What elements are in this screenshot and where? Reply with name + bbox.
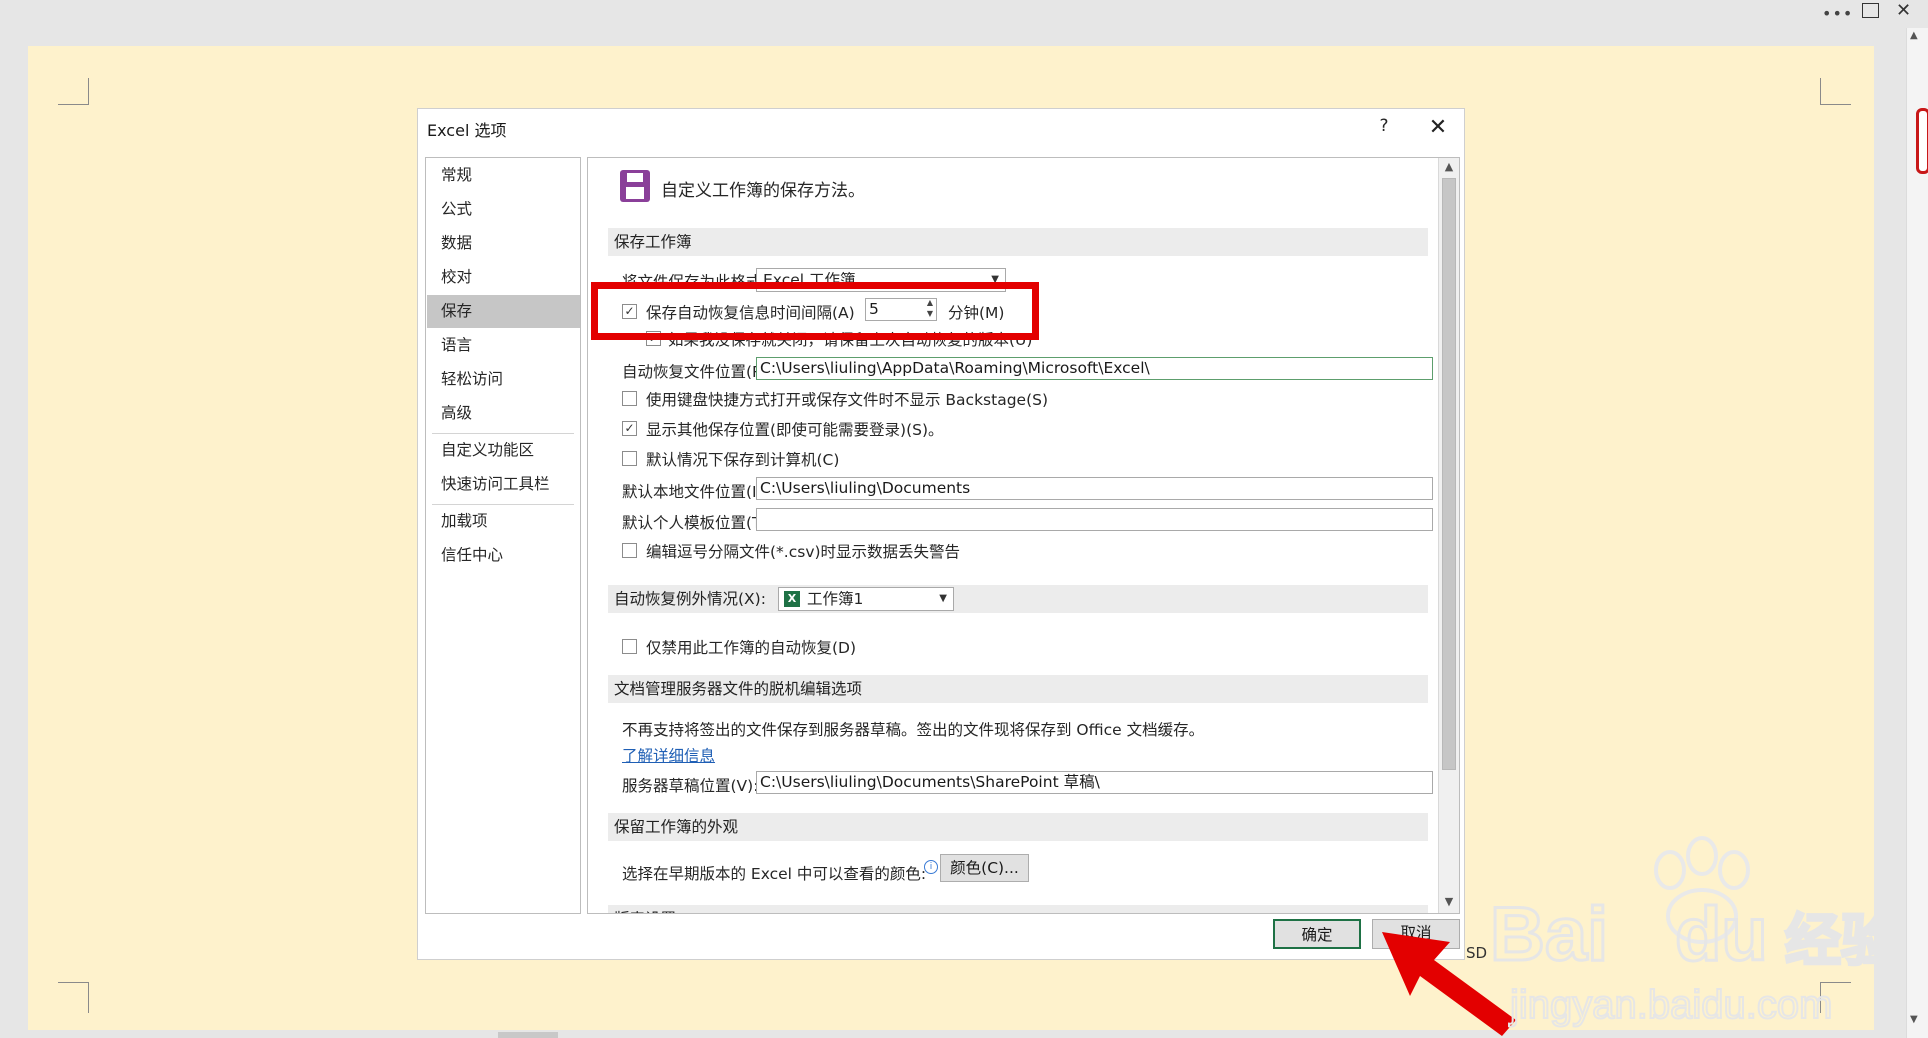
exceptions-workbook-value: 工作簿1: [807, 590, 864, 608]
sidebar-item-quick-access-toolbar[interactable]: 快速访问工具栏: [427, 468, 580, 501]
svg-text:Bai: Bai: [1490, 892, 1608, 977]
crop-mark: [58, 982, 89, 1013]
autorecover-location-input[interactable]: C:\Users\liuling\AppData\Roaming\Microso…: [756, 357, 1433, 380]
info-icon: i: [924, 860, 938, 874]
sidebar-item-general[interactable]: 常规: [427, 159, 580, 192]
autorecover-location-label: 自动恢复文件位置(R):: [622, 363, 775, 381]
help-button[interactable]: ?: [1372, 116, 1396, 140]
baidu-watermark-logo: Bai du 经验 jingyan.baidu.com: [1489, 836, 1899, 1028]
sidebar-item-proofing[interactable]: 校对: [427, 261, 580, 294]
content-scroll-thumb[interactable]: [1442, 178, 1456, 770]
window-more-button[interactable]: •••: [1822, 4, 1853, 23]
section-workbook-appearance: 保留工作簿的外观: [608, 813, 1428, 841]
sidebar-item-accessibility[interactable]: 轻松访问: [427, 363, 580, 396]
sidebar-item-save[interactable]: 保存: [427, 295, 580, 328]
close-icon[interactable]: ✕: [1896, 0, 1911, 21]
drafts-location-input[interactable]: C:\Users\liuling\Documents\SharePoint 草稿…: [756, 771, 1433, 794]
save-to-computer-label: 默认情况下保存到计算机(C): [646, 451, 840, 469]
sidebar-item-language[interactable]: 语言: [427, 329, 580, 362]
chevron-down-icon: ▼: [939, 593, 947, 604]
csv-warning-checkbox[interactable]: [622, 543, 637, 558]
no-backstage-checkbox[interactable]: [622, 391, 637, 406]
scroll-down-icon[interactable]: ▼: [1442, 895, 1456, 909]
document-scroll-thumb[interactable]: [1916, 108, 1928, 174]
exceptions-workbook-select[interactable]: X 工作簿1 ▼: [778, 587, 954, 611]
section-autorecover-exceptions: 自动恢复例外情况(X):: [608, 585, 1428, 613]
horizontal-scroll-thumb[interactable]: [498, 1032, 558, 1038]
save-disk-icon: [620, 170, 650, 202]
content-heading: 自定义工作簿的保存方法。: [661, 181, 865, 201]
ok-button[interactable]: 确定: [1273, 919, 1361, 949]
exceptions-label: 自动恢复例外情况(X):: [614, 590, 766, 608]
offline-note: 不再支持将签出的文件保存到服务器草稿。签出的文件现将保存到 Office 文档缓…: [622, 721, 1205, 739]
scroll-up-icon[interactable]: ▲: [1910, 30, 1918, 41]
dialog-title: Excel 选项: [427, 121, 507, 140]
save-to-computer-checkbox[interactable]: [622, 451, 637, 466]
window-icon[interactable]: [1862, 3, 1879, 18]
no-backstage-label: 使用键盘快捷方式打开或保存文件时不显示 Backstage(S): [646, 391, 1049, 409]
default-local-location-label: 默认本地文件位置(I):: [622, 483, 768, 501]
colors-label: 选择在早期版本的 Excel 中可以查看的颜色:: [622, 865, 927, 883]
csv-warning-label: 编辑逗号分隔文件(*.csv)时显示数据丢失警告: [646, 543, 961, 561]
sidebar-item-data[interactable]: 数据: [427, 227, 580, 260]
sidebar-item-add-ins[interactable]: 加载项: [427, 505, 580, 538]
svg-text:du: du: [1675, 892, 1768, 977]
excel-icon: X: [784, 591, 800, 607]
section-save-workbook: 保存工作簿: [608, 228, 1428, 256]
sidebar-item-formulas[interactable]: 公式: [427, 193, 580, 226]
drafts-location-label: 服务器草稿位置(V):: [622, 777, 759, 795]
section-next-partial: 版表设置: [608, 905, 1428, 913]
crop-mark: [1820, 78, 1851, 105]
sidebar-item-trust-center[interactable]: 信任中心: [427, 539, 580, 572]
highlight-box: [591, 282, 1039, 340]
options-sidebar: 常规 公式 数据 校对 保存 语言 轻松访问 高级 自定义功能区 快速访问工具栏…: [425, 157, 581, 914]
scroll-up-icon[interactable]: ▲: [1442, 160, 1456, 174]
content-scrollbar[interactable]: ▲ ▼: [1438, 158, 1459, 913]
svg-text:jingyan.baidu.com: jingyan.baidu.com: [1509, 983, 1832, 1027]
dialog-close-button[interactable]: ✕: [1424, 114, 1452, 142]
disable-autorecover-checkbox[interactable]: [622, 639, 637, 654]
colors-button[interactable]: 颜色(C)...: [940, 854, 1029, 882]
scroll-down-icon[interactable]: ▼: [1910, 1014, 1918, 1025]
svg-text:经验: 经验: [1785, 909, 1897, 974]
disable-autorecover-label: 仅禁用此工作簿的自动恢复(D): [646, 639, 857, 657]
document-horizontal-scrollbar[interactable]: [0, 1030, 1906, 1038]
crop-mark: [58, 78, 89, 105]
template-location-input[interactable]: [756, 508, 1433, 531]
template-location-label: 默认个人模板位置(T):: [622, 514, 773, 532]
sidebar-item-advanced[interactable]: 高级: [427, 397, 580, 430]
show-other-locations-checkbox[interactable]: ✓: [622, 421, 637, 436]
options-content-panel: 自定义工作簿的保存方法。 保存工作簿 将文件保存为此格式(F): Excel 工…: [587, 157, 1460, 914]
section-offline-editing: 文档管理服务器文件的脱机编辑选项: [608, 675, 1428, 703]
learn-more-link[interactable]: 了解详细信息: [622, 744, 715, 766]
show-other-locations-label: 显示其他保存位置(即使可能需要登录)(S)。: [646, 421, 944, 439]
sidebar-item-customize-ribbon[interactable]: 自定义功能区: [427, 434, 580, 467]
default-local-location-input[interactable]: C:\Users\liuling\Documents: [756, 477, 1433, 500]
